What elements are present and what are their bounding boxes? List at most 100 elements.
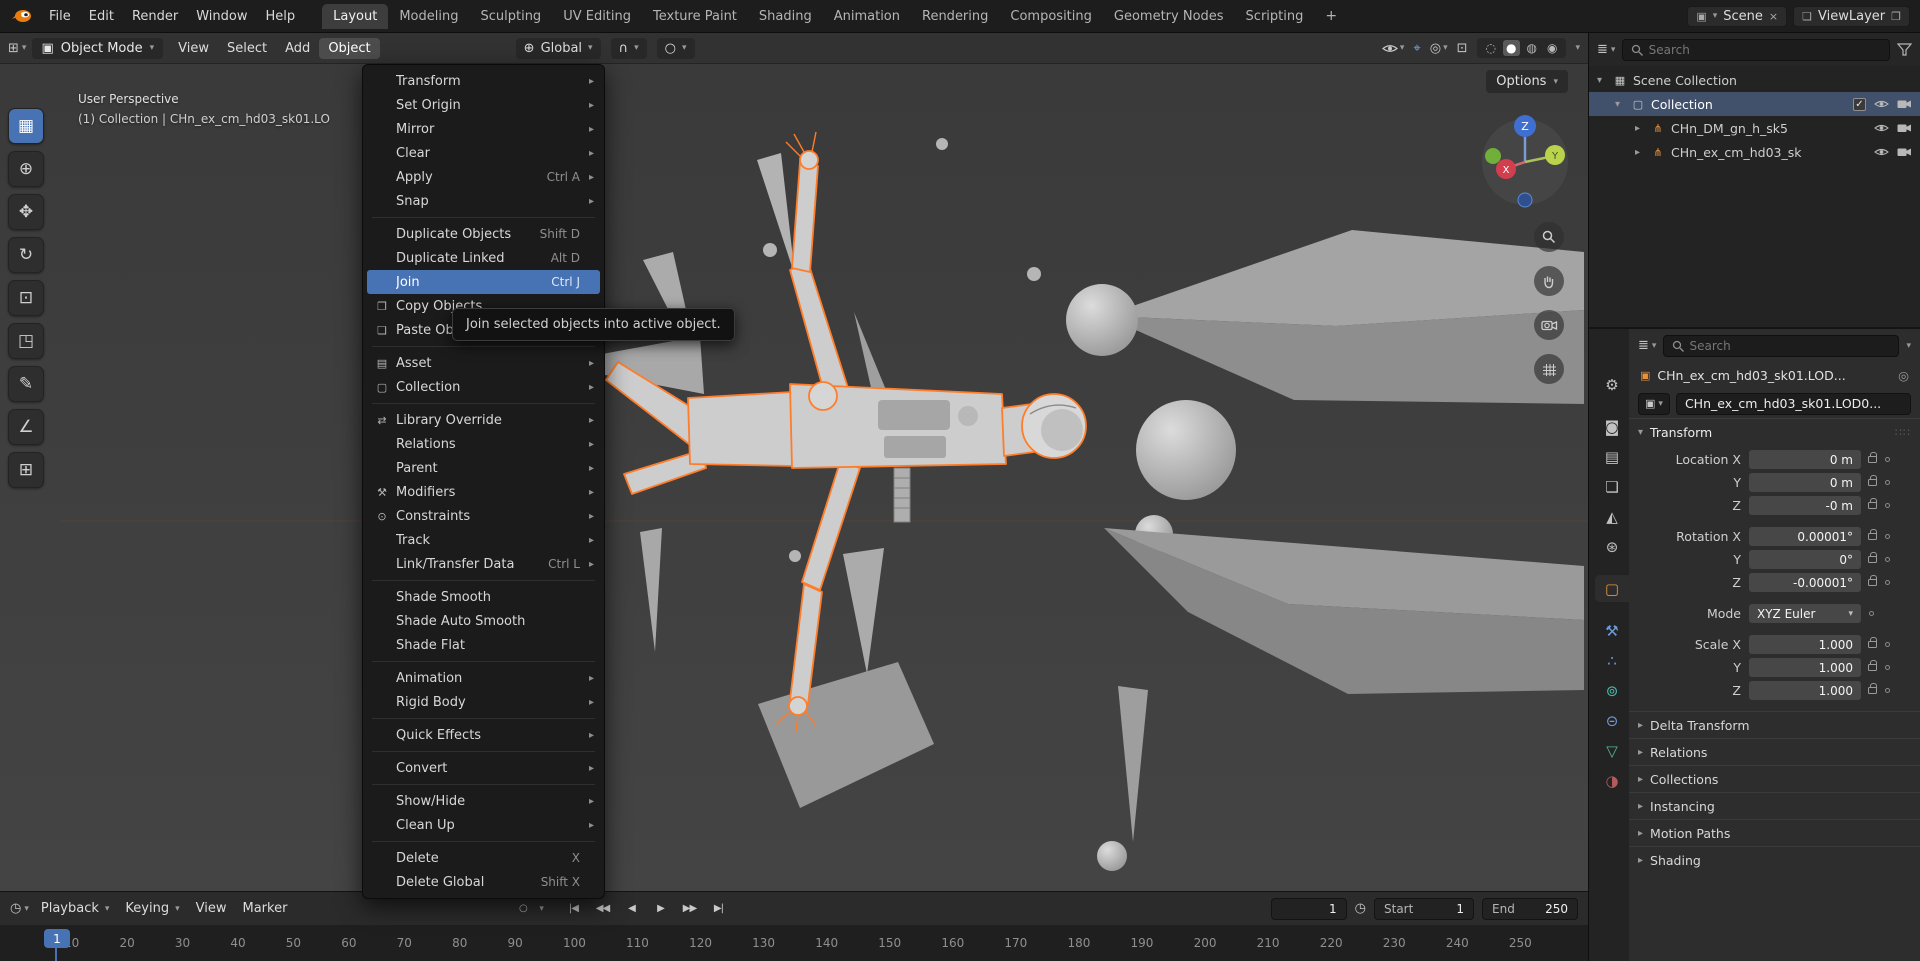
workspace-tab[interactable]: Scripting	[1235, 4, 1315, 29]
keyframe-dot[interactable]	[1885, 503, 1890, 508]
keyframe-dot[interactable]	[1885, 557, 1890, 562]
workspace-tab[interactable]: UV Editing	[552, 4, 642, 29]
autokey-toggle[interactable]: ○	[509, 898, 536, 920]
transform-value-field[interactable]: 1.000	[1749, 635, 1861, 654]
viewport-menu-item[interactable]: Object	[319, 37, 380, 59]
timeline-menu-item[interactable]: Playback ▾	[33, 898, 118, 919]
transform-value-field[interactable]: 0 m	[1749, 473, 1861, 492]
transport-button[interactable]: ▶▶	[676, 898, 703, 920]
drag-handle-icon[interactable]: ∷∷	[1895, 426, 1911, 439]
workspace-tab[interactable]: Shading	[748, 4, 823, 29]
keyframe-dot[interactable]	[1885, 534, 1890, 539]
props-tab[interactable]: ⊝	[1595, 707, 1629, 734]
viewport-menu-item[interactable]: Select	[218, 38, 276, 59]
zoom-button[interactable]	[1534, 222, 1564, 252]
properties-search-input[interactable]	[1689, 338, 1891, 353]
breadcrumb-object-name[interactable]: CHn_ex_cm_hd03_sk01.LOD...	[1657, 368, 1845, 383]
props-tab[interactable]: ◑	[1595, 767, 1629, 794]
props-tab[interactable]: ▢	[1595, 575, 1629, 602]
viewport-3d[interactable]: User Perspective (1) Collection | CHn_ex…	[0, 64, 1588, 891]
hide-eye-icon[interactable]	[1874, 99, 1889, 109]
lock-icon[interactable]	[1868, 452, 1877, 463]
keyframe-dot[interactable]	[1885, 688, 1890, 693]
app-menu-item[interactable]: Help	[257, 6, 305, 27]
snapping-group[interactable]: ∩ ▾	[610, 37, 647, 59]
collapsed-panel-header[interactable]: ▸ Motion Paths	[1629, 819, 1920, 846]
camera-view-button[interactable]	[1534, 310, 1564, 340]
outliner-search[interactable]	[1622, 38, 1890, 61]
outliner-item-label[interactable]: Collection	[1651, 97, 1713, 112]
timeline-editor-type-button[interactable]: ◷ ▾	[10, 901, 29, 916]
tool-button[interactable]: ⊞	[8, 452, 44, 488]
hide-eye-icon[interactable]	[1874, 147, 1889, 157]
workspace-tab[interactable]: Sculpting	[469, 4, 552, 29]
menu-item[interactable]: Apply Ctrl A ▸	[363, 165, 604, 189]
viewport-menu-item[interactable]: View	[169, 38, 218, 59]
collapsed-panel-header[interactable]: ▸ Collections	[1629, 765, 1920, 792]
object-name-field[interactable]: CHn_ex_cm_hd03_sk01.LOD0...	[1675, 392, 1911, 415]
transport-button[interactable]: ◀◀	[589, 898, 616, 920]
sphere-object[interactable]	[1066, 284, 1138, 356]
menu-item[interactable]	[363, 747, 604, 756]
workspace-tab[interactable]: Geometry Nodes	[1103, 4, 1235, 29]
filter-icon[interactable]	[1897, 43, 1912, 56]
menu-item[interactable]: Track ▸	[363, 528, 604, 552]
lock-icon[interactable]	[1868, 660, 1877, 671]
tool-button[interactable]: ▦	[8, 108, 44, 144]
menu-item[interactable]	[363, 576, 604, 585]
menu-item[interactable]	[363, 213, 604, 222]
editor-type-button[interactable]: ⊞ ▾	[8, 41, 26, 56]
menu-item[interactable]: Snap ▸	[363, 189, 604, 213]
keyframe-dot[interactable]	[1885, 457, 1890, 462]
tool-button[interactable]: ⊕	[8, 151, 44, 187]
id-type-dropdown[interactable]: ▣ ▾	[1638, 392, 1670, 415]
menu-item[interactable]: Set Origin ▸	[363, 93, 604, 117]
transform-value-field[interactable]: 0 m	[1749, 450, 1861, 469]
properties-editor-type-button[interactable]: ≣ ▾	[1638, 338, 1656, 353]
app-menu-item[interactable]: File	[40, 6, 80, 27]
collapsed-panel-header[interactable]: ▸ Delta Transform	[1629, 711, 1920, 738]
collapsed-panel-header[interactable]: ▸ Relations	[1629, 738, 1920, 765]
outliner-row[interactable]: ▾ ▢ Collection ✓	[1589, 92, 1920, 116]
props-tab[interactable]: ❏	[1595, 473, 1629, 500]
frame-end-field[interactable]: End 250	[1482, 897, 1578, 920]
timeline-ruler[interactable]: 1 10 20 30 40 50 60 70 80 90 100 110 120 130 140 150 16…	[0, 925, 1588, 961]
menu-item[interactable]: Clean Up ▸	[363, 813, 604, 837]
timeline-menu-item[interactable]: View	[188, 898, 235, 919]
menu-item[interactable]	[363, 342, 604, 351]
menu-item[interactable]: ⊙ Constraints ▸	[363, 504, 604, 528]
shading-mode-button[interactable]: ●	[1503, 40, 1520, 56]
transform-panel-header[interactable]: ▾ Transform ∷∷	[1629, 418, 1920, 445]
pan-button[interactable]	[1534, 266, 1564, 296]
blender-logo[interactable]	[10, 7, 34, 25]
gizmo-y-neg[interactable]	[1485, 148, 1501, 164]
menu-item[interactable]: Join Ctrl J	[367, 270, 600, 294]
object-visibility-dropdown[interactable]: ▾	[1381, 43, 1404, 54]
menu-item[interactable]	[363, 714, 604, 723]
autokey-caret[interactable]: ▾	[539, 904, 544, 914]
menu-item[interactable]	[363, 837, 604, 846]
collapsed-panel-header[interactable]: ▸ Instancing	[1629, 792, 1920, 819]
shading-mode-button[interactable]: ◍	[1524, 40, 1540, 56]
workspace-tab[interactable]: Compositing	[999, 4, 1103, 29]
transport-button[interactable]: ▶|	[705, 898, 732, 920]
preview-range-toggle[interactable]: ◷	[1355, 901, 1366, 916]
menu-item[interactable]: Relations ▸	[363, 432, 604, 456]
transform-value-field[interactable]: 0.00001°	[1749, 527, 1861, 546]
lock-icon[interactable]	[1868, 552, 1877, 563]
app-menu-item[interactable]: Edit	[80, 6, 123, 27]
menu-item[interactable]: Delete Global Shift X	[363, 870, 604, 894]
keyframe-dot[interactable]	[1885, 480, 1890, 485]
outliner-search-input[interactable]	[1648, 42, 1881, 57]
tool-button[interactable]: ∠	[8, 409, 44, 445]
viewport-canvas[interactable]	[0, 64, 1588, 891]
outliner-row[interactable]: ▸ ⋔ CHn_DM_gn_h_sk5	[1589, 116, 1920, 140]
props-tab[interactable]: ▽	[1595, 737, 1629, 764]
expand-caret-icon[interactable]: ▾	[1597, 75, 1607, 86]
tool-button[interactable]: ✥	[8, 194, 44, 230]
unlink-scene-icon[interactable]: ×	[1769, 10, 1778, 23]
transport-button[interactable]: |◀	[560, 898, 587, 920]
outliner-item-label[interactable]: Scene Collection	[1633, 73, 1737, 88]
transform-orientation-dropdown[interactable]: ⊕ Global ▾	[515, 37, 601, 59]
toggle-xray-button[interactable]: ⊡	[1457, 41, 1468, 56]
